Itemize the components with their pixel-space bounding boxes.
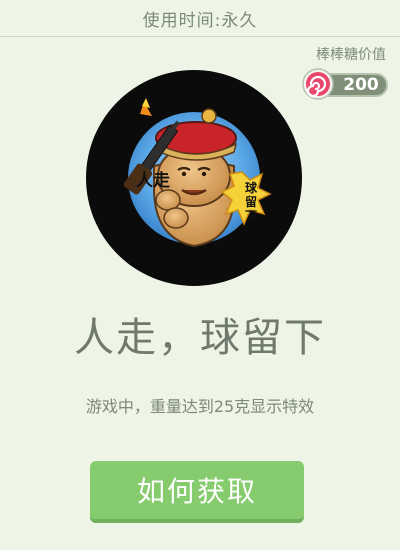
sticker-illustration: 人走 球 留 下	[86, 70, 302, 286]
top-bar: 使用时间:永久	[0, 0, 400, 36]
usage-time-text: 使用时间:永久	[142, 10, 258, 31]
price-badge: 200	[302, 68, 390, 100]
sticker-caption-right-3: 下	[245, 209, 257, 223]
sticker-caption-left: 人走	[136, 170, 170, 191]
header-divider	[0, 36, 400, 37]
price-value: 200	[343, 75, 379, 95]
price-label: 棒棒糖价值	[316, 47, 386, 63]
how-to-get-button[interactable]: 如何获取	[90, 461, 304, 523]
sticker-caption-right-2: 留	[245, 194, 257, 209]
sticker-image: 人走 球 留 下	[84, 68, 304, 288]
sticker-caption-right-1: 球	[245, 180, 258, 195]
lollipop-icon	[302, 68, 334, 100]
sticker-title: 人走，球留下	[74, 315, 326, 361]
sticker-description: 游戏中，重量达到25克显示特效	[85, 397, 315, 416]
